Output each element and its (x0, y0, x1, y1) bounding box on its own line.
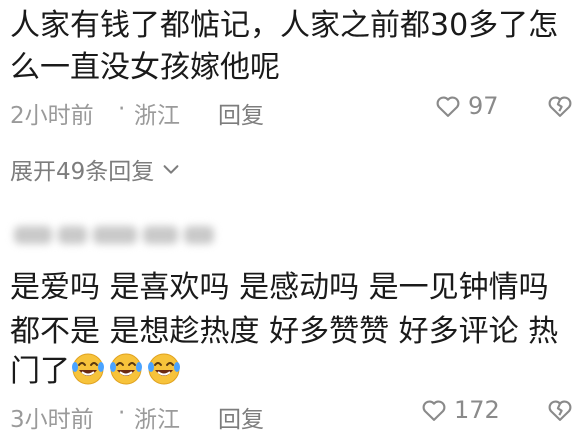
comment-2-text-line-1: 是爱吗 是喜欢吗 是感动吗 是一见钟情吗 (10, 270, 549, 305)
comment-1-dislike-button[interactable] (546, 92, 574, 126)
heart-outline-icon (436, 96, 460, 117)
comment-1-text-line-1: 人家有钱了都惦记，人家之前都30多了怎 (10, 8, 559, 43)
laughing-crying-emoji-icon (148, 353, 180, 385)
comment-1-reply-button[interactable]: 回复 (218, 96, 264, 130)
comment-2-emoji-group (70, 351, 182, 387)
comment-2-like-button[interactable]: 172 (420, 396, 500, 424)
comment-1-like-button[interactable]: 97 (434, 92, 499, 120)
comment-2-username-blurred (14, 226, 214, 248)
comment-2-dislike-button[interactable] (546, 396, 574, 430)
comment-1-meta: 2小时前 · 浙江 回复 97 (10, 92, 576, 132)
comment-2-reply-button[interactable]: 回复 (218, 400, 264, 434)
comment-1-time: 2小时前 (10, 103, 94, 129)
comment-2-meta: 3小时前 · 浙江 回复 172 (10, 396, 576, 436)
broken-heart-icon (548, 400, 572, 421)
comment-2-location: 浙江 (134, 407, 180, 433)
expand-replies-button[interactable]: 展开49条回复 (10, 152, 182, 186)
comment-2-text-line-3: 门了 (10, 354, 70, 389)
heart-outline-icon (422, 400, 446, 421)
comment-1-like-count: 97 (468, 92, 499, 120)
comment-1-separator: · (118, 96, 126, 122)
comment-2-text-line-2: 都不是 是想趁热度 好多赞赞 好多评论 热 (10, 314, 559, 349)
laughing-crying-emoji-icon (110, 353, 142, 385)
comment-2-like-count: 172 (454, 396, 500, 424)
comment-2-time: 3小时前 (10, 407, 94, 433)
laughing-crying-emoji-icon (72, 353, 104, 385)
comment-1-location: 浙江 (134, 103, 180, 129)
chevron-down-icon (163, 165, 179, 174)
broken-heart-icon (548, 96, 572, 117)
comment-1-text-line-2: 么一直没女孩嫁他呢 (10, 50, 280, 85)
expand-replies-label: 展开49条回复 (10, 159, 155, 185)
comment-2-separator: · (118, 400, 126, 426)
